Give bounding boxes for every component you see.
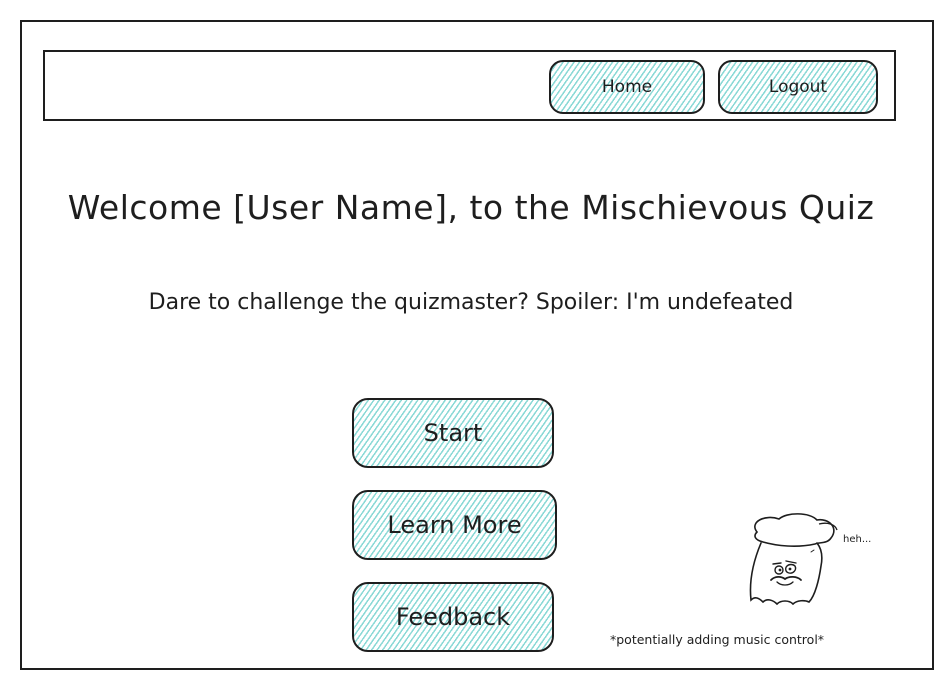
learn-more-button[interactable]: Learn More [352, 490, 557, 560]
start-button-label: Start [423, 419, 483, 447]
start-button[interactable]: Start [352, 398, 554, 468]
quizmaster-ghost-icon: heh... [749, 513, 871, 606]
home-button[interactable]: Home [549, 60, 705, 114]
feedback-button[interactable]: Feedback [352, 582, 554, 652]
page-title: Welcome [User Name], to the Mischievous … [67, 188, 875, 227]
learn-more-button-label: Learn More [387, 511, 522, 539]
mascot-speech: heh... [843, 534, 871, 545]
logout-button[interactable]: Logout [718, 60, 878, 114]
logout-button-label: Logout [768, 77, 828, 97]
page-subtitle: Dare to challenge the quizmaster? Spoile… [148, 290, 794, 315]
home-button-label: Home [601, 77, 653, 97]
music-control-note: *potentially adding music control* [610, 632, 825, 647]
feedback-button-label: Feedback [395, 603, 511, 631]
